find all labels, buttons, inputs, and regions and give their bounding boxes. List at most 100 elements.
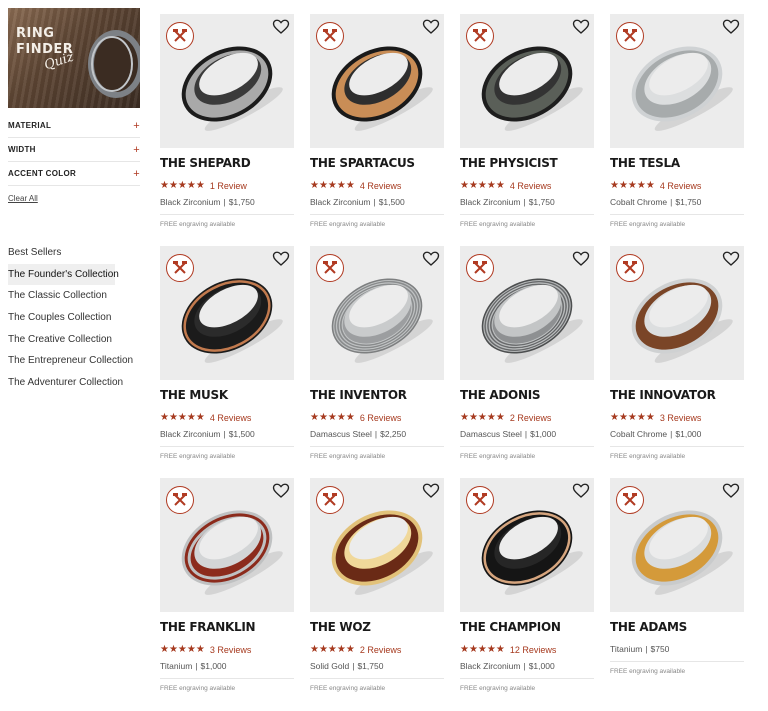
product-price: $1,750: [528, 197, 555, 207]
filter-label: MATERIAL: [8, 121, 52, 130]
sidebar: RING FINDER Quiz MATERIAL + WIDTH + ACCE…: [8, 8, 140, 394]
product-material: Damascus Steel: [460, 429, 522, 439]
reviews-link[interactable]: 4 Reviews: [210, 413, 252, 423]
product-name[interactable]: THE SPARTACUS: [310, 155, 444, 171]
product-image[interactable]: [160, 14, 294, 148]
filter-material[interactable]: MATERIAL +: [8, 114, 140, 138]
plus-icon[interactable]: +: [133, 144, 140, 156]
product-image[interactable]: [610, 246, 744, 380]
heart-icon[interactable]: [722, 482, 740, 500]
product-card[interactable]: THE INVENTOR ★★★★★ 6 Reviews Damascus Steel…: [310, 246, 444, 460]
separator: |: [195, 661, 198, 671]
product-rating: ★★★★★ 3 Reviews: [610, 412, 744, 424]
product-image[interactable]: [310, 478, 444, 612]
ring-image: [88, 30, 140, 98]
product-image[interactable]: [310, 246, 444, 380]
heart-icon[interactable]: [272, 482, 290, 500]
heart-icon[interactable]: [722, 18, 740, 36]
reviews-link[interactable]: 1 Review: [210, 181, 247, 191]
filter-accent-color[interactable]: ACCENT COLOR +: [8, 162, 140, 186]
clear-all-link[interactable]: Clear All: [8, 194, 38, 203]
product-rating: ★★★★★ 4 Reviews: [160, 412, 294, 424]
product-card[interactable]: THE INNOVATOR ★★★★★ 3 Reviews Cobalt Chrome…: [610, 246, 744, 460]
product-name[interactable]: THE INNOVATOR: [610, 387, 744, 403]
product-card[interactable]: THE ADONIS ★★★★★ 2 Reviews Damascus Steel | $…: [460, 246, 594, 460]
heart-icon[interactable]: [722, 250, 740, 268]
reviews-link[interactable]: 4 Reviews: [660, 181, 702, 191]
reviews-link[interactable]: 2 Reviews: [510, 413, 552, 423]
product-card[interactable]: THE PHYSICIST ★★★★★ 4 Reviews Black Zirconi…: [460, 14, 594, 228]
star-rating-icon: ★★★★★: [160, 644, 205, 655]
product-name[interactable]: THE ADONIS: [460, 387, 594, 403]
product-card[interactable]: THE SPARTACUS ★★★★★ 4 Reviews Black Zirconi…: [310, 14, 444, 228]
heart-icon[interactable]: [272, 250, 290, 268]
product-price: $1,500: [228, 429, 255, 439]
collection-founders[interactable]: The Founder's Collection: [8, 263, 119, 286]
reviews-link[interactable]: 12 Reviews: [510, 645, 557, 655]
reviews-link[interactable]: 4 Reviews: [510, 181, 552, 191]
product-card[interactable]: THE SHEPARD ★★★★★ 1 Review Black Zirconium |…: [160, 14, 294, 228]
product-name[interactable]: THE MUSK: [160, 387, 294, 403]
product-name[interactable]: THE TESLA: [610, 155, 744, 171]
product-card[interactable]: THE WOZ ★★★★★ 2 Reviews Solid Gold | $1,750 FR…: [310, 478, 444, 692]
collection-creative[interactable]: The Creative Collection: [8, 329, 140, 351]
reviews-link[interactable]: 3 Reviews: [660, 413, 702, 423]
collection-couples[interactable]: The Couples Collection: [8, 307, 140, 329]
collection-classic[interactable]: The Classic Collection: [8, 285, 140, 307]
product-image[interactable]: [310, 14, 444, 148]
product-image[interactable]: [460, 246, 594, 380]
collection-adventurer[interactable]: The Adventurer Collection: [8, 372, 140, 394]
product-meta: Damascus Steel | $2,250: [310, 428, 444, 440]
product-card[interactable]: THE CHAMPION ★★★★★ 12 Reviews Black Zirconi…: [460, 478, 594, 692]
star-rating-icon: ★★★★★: [460, 180, 505, 191]
product-name[interactable]: THE CHAMPION: [460, 619, 594, 635]
product-image[interactable]: [610, 478, 744, 612]
heart-icon[interactable]: [422, 18, 440, 36]
product-name[interactable]: THE FRANKLIN: [160, 619, 294, 635]
heart-icon[interactable]: [572, 482, 590, 500]
reviews-link[interactable]: 4 Reviews: [360, 181, 402, 191]
product-price: $1,000: [528, 661, 555, 671]
collection-best-sellers[interactable]: Best Sellers: [8, 242, 140, 264]
handcrafted-badge-icon: [616, 254, 644, 282]
divider: [460, 678, 594, 679]
product-name[interactable]: THE ADAMS: [610, 619, 744, 635]
collection-entrepreneur[interactable]: The Entrepreneur Collection: [8, 350, 140, 372]
product-card[interactable]: THE MUSK ★★★★★ 4 Reviews Black Zirconium | $1…: [160, 246, 294, 460]
heart-icon[interactable]: [572, 250, 590, 268]
product-price: $1,750: [228, 197, 255, 207]
heart-icon[interactable]: [272, 18, 290, 36]
plus-icon[interactable]: +: [133, 168, 140, 180]
reviews-link[interactable]: 3 Reviews: [210, 645, 252, 655]
product-name[interactable]: THE SHEPARD: [160, 155, 294, 171]
product-meta: Cobalt Chrome | $1,000: [610, 428, 744, 440]
product-image[interactable]: [460, 14, 594, 148]
product-card[interactable]: THE TESLA ★★★★★ 4 Reviews Cobalt Chrome | $1,…: [610, 14, 744, 228]
ring-finder-quiz-banner[interactable]: RING FINDER Quiz: [8, 8, 140, 108]
heart-icon[interactable]: [422, 482, 440, 500]
product-rating: ★★★★★ 12 Reviews: [460, 644, 594, 656]
heart-icon[interactable]: [572, 18, 590, 36]
product-image[interactable]: [460, 478, 594, 612]
product-name[interactable]: THE INVENTOR: [310, 387, 444, 403]
product-name[interactable]: THE PHYSICIST: [460, 155, 594, 171]
product-price: $1,500: [378, 197, 405, 207]
filter-width[interactable]: WIDTH +: [8, 138, 140, 162]
product-name[interactable]: THE WOZ: [310, 619, 444, 635]
product-material: Cobalt Chrome: [610, 197, 668, 207]
product-image[interactable]: [160, 478, 294, 612]
product-meta: Damascus Steel | $1,000: [460, 428, 594, 440]
product-material: Black Zirconium: [460, 661, 521, 671]
product-image[interactable]: [160, 246, 294, 380]
separator: |: [373, 197, 376, 207]
heart-icon[interactable]: [422, 250, 440, 268]
product-rating: ★★★★★ 2 Reviews: [460, 412, 594, 424]
product-material: Black Zirconium: [460, 197, 521, 207]
reviews-link[interactable]: 2 Reviews: [360, 645, 402, 655]
product-card[interactable]: THE FRANKLIN ★★★★★ 3 Reviews Titanium | $1,00…: [160, 478, 294, 692]
reviews-link[interactable]: 6 Reviews: [360, 413, 402, 423]
plus-icon[interactable]: +: [133, 120, 140, 132]
product-material: Solid Gold: [310, 661, 350, 671]
product-card[interactable]: THE ADAMS Titanium | $750 FREE engraving ava…: [610, 478, 744, 675]
product-image[interactable]: [610, 14, 744, 148]
